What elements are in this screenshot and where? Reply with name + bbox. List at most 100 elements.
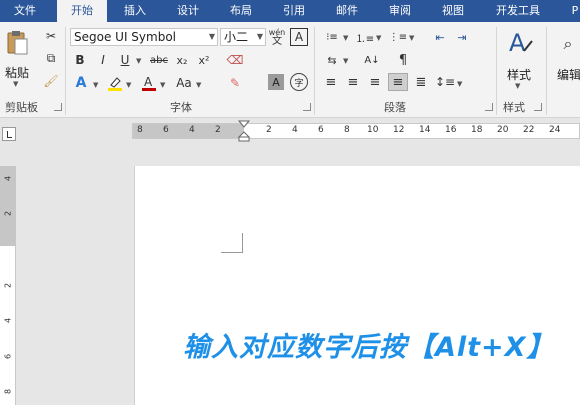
line-spacing-icon[interactable]: ↕≡ (435, 73, 455, 91)
group-label-paragraph: 段落 (384, 101, 406, 114)
group-label-styles: 样式 (503, 101, 525, 114)
clear-formatting-icon[interactable]: ⌫ (226, 51, 244, 69)
tab-insert[interactable]: 插入 (111, 0, 159, 22)
tab-layout[interactable]: 布局 (216, 0, 266, 22)
align-right-icon[interactable]: ≡ (366, 73, 384, 91)
sort-icon[interactable]: A↓ (362, 52, 382, 68)
chinese-layout-icon[interactable]: ⇆ (322, 52, 342, 68)
ruler-label: 6 (163, 125, 169, 135)
find-icon[interactable]: ⌕ (556, 32, 580, 56)
separator (65, 27, 66, 115)
ruler-label: 4 (292, 125, 298, 135)
paste-icon[interactable] (4, 28, 30, 58)
ruler-label: 8 (137, 125, 143, 135)
copy-icon[interactable]: ⧉ (42, 49, 60, 67)
format-painter-icon[interactable]: 🖌 (42, 72, 60, 90)
ruler-label: 2 (215, 125, 221, 135)
font-color-icon[interactable]: A (140, 74, 158, 92)
distributed-icon[interactable]: ≣ (412, 73, 430, 91)
justify-icon[interactable]: ≡ (388, 73, 408, 91)
tab-selector-icon[interactable] (2, 127, 16, 141)
multilevel-dropdown-icon[interactable]: ▼ (409, 34, 414, 42)
highlight-dropdown-icon[interactable]: ▼ (126, 81, 131, 89)
font-name-combo[interactable]: Segoe UI Symbol ▼ (70, 28, 218, 46)
bullets-dropdown-icon[interactable]: ▼ (343, 34, 348, 42)
horizontal-ruler[interactable]: 8 6 4 2 2 4 6 8 10 12 14 16 18 20 22 24 (132, 120, 580, 142)
ruler-label: 6 (318, 125, 324, 135)
chinese-layout-dropdown-icon[interactable]: ▼ (343, 57, 348, 65)
subscript-button[interactable]: x₂ (174, 51, 190, 69)
separator (496, 27, 497, 115)
paste-dropdown-icon[interactable]: ▼ (13, 80, 18, 88)
tab-more[interactable]: P (565, 0, 580, 22)
highlight-icon[interactable] (106, 74, 124, 92)
ruler-label: 12 (393, 125, 405, 135)
italic-button[interactable]: I (95, 51, 111, 69)
enclose-chars-icon[interactable]: 字 (290, 73, 308, 91)
ruler-label: 10 (367, 125, 379, 135)
char-shading-icon[interactable]: A (268, 74, 284, 90)
cut-icon[interactable]: ✂ (42, 27, 60, 45)
underline-dropdown-icon[interactable]: ▼ (136, 57, 141, 65)
align-left-icon[interactable]: ≡ (322, 73, 340, 91)
word-window: 文件 开始 插入 设计 布局 引用 邮件 审阅 视图 开发工具 P 粘贴 ▼ ✂… (0, 0, 580, 405)
align-center-icon[interactable]: ≡ (344, 73, 362, 91)
bullets-icon[interactable]: ⁝≡ (322, 29, 342, 45)
phonetic-guide-icon[interactable]: wén 文 (268, 27, 286, 47)
ribbon-tab-bar: 文件 开始 插入 设计 布局 引用 邮件 审阅 视图 开发工具 P (0, 0, 580, 22)
font-size-combo[interactable]: 小二 ▼ (220, 28, 266, 46)
tab-design[interactable]: 设计 (163, 0, 213, 22)
styles-dropdown-icon[interactable]: ▼ (515, 82, 520, 90)
font-name-value: Segoe UI Symbol (74, 30, 176, 44)
tab-references[interactable]: 引用 (269, 0, 319, 22)
styles-launcher-icon[interactable] (534, 103, 542, 111)
ruler-label: 8 (344, 125, 350, 135)
tab-review[interactable]: 审阅 (375, 0, 425, 22)
decrease-indent-icon[interactable]: ⇤ (431, 29, 449, 45)
ruler-label: 16 (445, 125, 457, 135)
editing-button-label[interactable]: 编辑 (557, 66, 580, 83)
change-case-button[interactable]: Aa (174, 74, 194, 92)
ruler-label: 6 (3, 353, 13, 360)
tab-view[interactable]: 视图 (428, 0, 478, 22)
tab-developer[interactable]: 开发工具 (484, 0, 552, 22)
group-label-clipboard: 剪贴板 (5, 101, 38, 114)
styles-icon[interactable]: A (505, 28, 535, 60)
line-spacing-dropdown-icon[interactable]: ▼ (457, 80, 462, 88)
tab-home[interactable]: 开始 (57, 0, 107, 22)
vertical-ruler[interactable]: 4 2 2 4 6 8 (0, 166, 16, 405)
tab-file[interactable]: 文件 (0, 0, 50, 22)
eraser-icon[interactable]: ✎ (226, 74, 244, 92)
paste-button-label[interactable]: 粘贴 (5, 64, 29, 81)
strikethrough-button[interactable]: abc (148, 51, 170, 69)
indent-marker-icon[interactable] (237, 120, 251, 142)
font-color-dropdown-icon[interactable]: ▼ (160, 81, 165, 89)
paragraph-launcher-icon[interactable] (485, 103, 493, 111)
tab-mailings[interactable]: 邮件 (322, 0, 372, 22)
group-label-font: 字体 (170, 101, 192, 114)
change-case-dropdown-icon[interactable]: ▼ (196, 81, 201, 89)
ruler-label: 8 (3, 388, 13, 395)
multilevel-list-icon[interactable]: ⋮≡ (388, 29, 408, 45)
clipboard-launcher-icon[interactable] (54, 103, 62, 111)
char-border-icon[interactable]: A (290, 28, 308, 46)
bold-button[interactable]: B (72, 51, 88, 69)
margin-corner-mark (221, 233, 243, 253)
ruler-label: 2 (266, 125, 272, 135)
numbering-icon[interactable]: ⒈≡ (355, 29, 375, 45)
increase-indent-icon[interactable]: ⇥ (453, 29, 471, 45)
font-size-value: 小二 (224, 30, 249, 44)
styles-button-label[interactable]: 样式 (507, 66, 531, 83)
numbering-dropdown-icon[interactable]: ▼ (376, 34, 381, 42)
chevron-down-icon: ▼ (208, 32, 215, 41)
ruler-label: 2 (3, 282, 13, 289)
superscript-button[interactable]: x² (196, 51, 212, 69)
underline-button[interactable]: U (117, 51, 133, 69)
document-page[interactable] (134, 166, 580, 405)
font-launcher-icon[interactable] (303, 103, 311, 111)
text-effects-icon[interactable]: A (72, 74, 90, 92)
show-marks-icon[interactable]: ¶ (394, 52, 412, 68)
text-effects-dropdown-icon[interactable]: ▼ (93, 81, 98, 89)
ruler-label: 22 (523, 125, 535, 135)
separator (314, 27, 315, 115)
